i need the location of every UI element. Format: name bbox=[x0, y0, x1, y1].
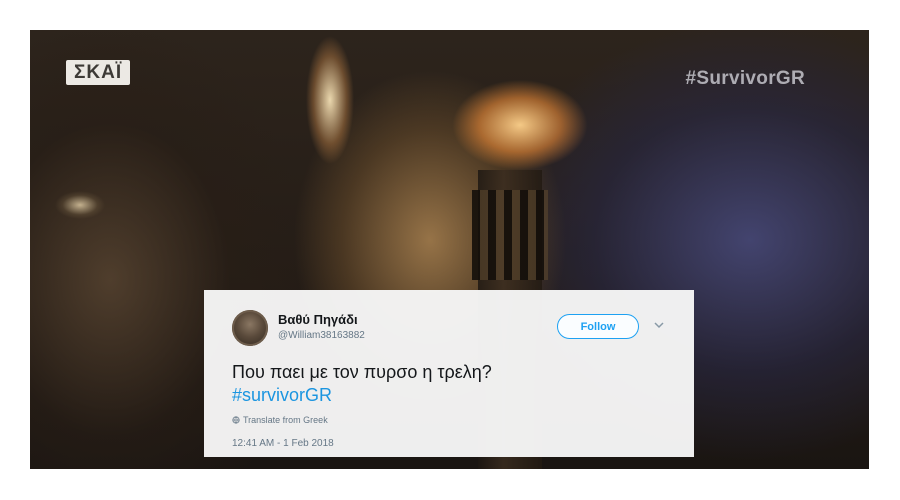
translate-label: Translate from Greek bbox=[243, 415, 328, 425]
lamp-light bbox=[50, 180, 110, 230]
globe-icon bbox=[232, 416, 240, 424]
embedded-tweet-card: Βαθύ Πηγάδι @William38163882 Follow Που … bbox=[204, 290, 694, 457]
tweet-text: Που παει με τον πυρσο η τρελη? bbox=[232, 362, 492, 382]
follow-button[interactable]: Follow bbox=[557, 314, 639, 339]
chevron-down-icon[interactable] bbox=[652, 318, 666, 332]
tweet-timestamp[interactable]: 12:41 AM - 1 Feb 2018 bbox=[232, 438, 334, 449]
user-handle[interactable]: @William38163882 bbox=[278, 330, 365, 341]
hashtag-overlay: #SurvivorGR bbox=[685, 68, 805, 89]
avatar[interactable] bbox=[232, 310, 268, 346]
tweet-hashtag-link[interactable]: #survivorGR bbox=[232, 384, 332, 406]
channel-logo: ΣΚΑΪ bbox=[66, 60, 131, 85]
torch-basket bbox=[472, 190, 548, 280]
user-display-name[interactable]: Βαθύ Πηγάδι bbox=[278, 312, 358, 327]
translate-link[interactable]: Translate from Greek bbox=[232, 415, 328, 425]
